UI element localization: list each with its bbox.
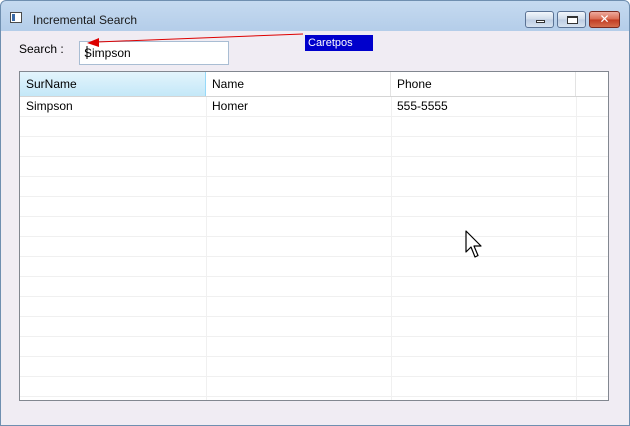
table-row[interactable] xyxy=(20,177,608,197)
table-row[interactable] xyxy=(20,237,608,257)
search-input[interactable] xyxy=(79,41,229,65)
close-button[interactable]: ✕ xyxy=(589,11,620,28)
window-title: Incremental Search xyxy=(33,13,138,27)
close-icon: ✕ xyxy=(599,12,610,26)
table-row[interactable] xyxy=(20,257,608,277)
search-label: Search : xyxy=(19,42,64,56)
table-row[interactable]: Simpson Homer 555-5555 xyxy=(20,97,608,117)
title-bar[interactable]: Incremental Search ✕ xyxy=(1,1,629,31)
table-row[interactable] xyxy=(20,197,608,217)
caretpos-annotation: Caretpos xyxy=(305,35,373,51)
table-row[interactable] xyxy=(20,377,608,397)
table-row[interactable] xyxy=(20,137,608,157)
cell-surname[interactable]: Simpson xyxy=(20,97,206,116)
table-row[interactable] xyxy=(20,317,608,337)
table-row[interactable] xyxy=(20,217,608,237)
table-row[interactable] xyxy=(20,397,608,400)
grid-rows: Simpson Homer 555-5555 xyxy=(20,97,608,400)
minimize-icon xyxy=(536,20,545,23)
table-row[interactable] xyxy=(20,297,608,317)
maximize-button[interactable] xyxy=(557,11,586,28)
table-row[interactable] xyxy=(20,277,608,297)
column-header-filler xyxy=(576,72,608,96)
grid-header: SurName Name Phone xyxy=(20,72,608,97)
mouse-pointer-icon xyxy=(465,230,482,258)
column-header-phone[interactable]: Phone xyxy=(391,72,576,96)
data-grid[interactable]: SurName Name Phone Simpson Homer 555-555… xyxy=(19,71,609,401)
cell-phone[interactable]: 555-5555 xyxy=(391,97,576,116)
table-row[interactable] xyxy=(20,157,608,177)
cell-name[interactable]: Homer xyxy=(206,97,391,116)
column-header-surname[interactable]: SurName xyxy=(20,72,206,96)
table-row[interactable] xyxy=(20,357,608,377)
maximize-icon xyxy=(567,16,578,24)
column-header-name[interactable]: Name xyxy=(206,72,391,96)
table-row[interactable] xyxy=(20,117,608,137)
table-row[interactable] xyxy=(20,337,608,357)
minimize-button[interactable] xyxy=(525,11,554,28)
window: Incremental Search ✕ Search : Caretpos S… xyxy=(0,0,630,426)
app-window-icon[interactable] xyxy=(10,12,22,23)
